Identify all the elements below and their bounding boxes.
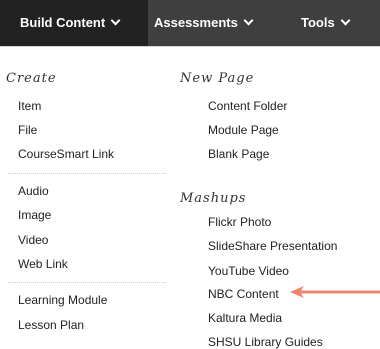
chevron-down-icon: [340, 15, 351, 26]
menu-item-item[interactable]: Item: [18, 99, 41, 113]
assessments-label: Assessments: [154, 15, 238, 30]
create-heading: Create: [6, 71, 57, 86]
menu-item-file[interactable]: File: [18, 123, 37, 137]
menu-divider: [8, 282, 166, 283]
tools-label: Tools: [301, 15, 335, 30]
menu-item-video[interactable]: Video: [18, 233, 48, 247]
menu-item-slideshare-presentation[interactable]: SlideShare Presentation: [208, 239, 337, 253]
menu-item-flickr-photo[interactable]: Flickr Photo: [208, 215, 271, 229]
menu-item-web-link[interactable]: Web Link: [18, 257, 68, 271]
menu-item-image[interactable]: Image: [18, 208, 51, 222]
chevron-down-icon: [243, 15, 254, 26]
build-content-menu-button[interactable]: Build Content: [0, 0, 148, 46]
menu-item-coursesmart-link[interactable]: CourseSmart Link: [18, 147, 114, 161]
chevron-down-icon: [110, 15, 121, 26]
tools-menu-button[interactable]: Tools: [301, 0, 351, 46]
toolbar: Build Content Assessments Tools: [0, 0, 380, 46]
menu-item-kaltura-media[interactable]: Kaltura Media: [208, 311, 282, 325]
build-content-dropdown: Create Item File CourseSmart Link Audio …: [0, 46, 380, 349]
mashups-heading: Mashups: [180, 191, 247, 206]
menu-divider: [8, 173, 166, 174]
menu-item-learning-module[interactable]: Learning Module: [18, 293, 107, 307]
menu-item-blank-page[interactable]: Blank Page: [208, 147, 269, 161]
menu-item-content-folder[interactable]: Content Folder: [208, 99, 287, 113]
menu-item-nbc-content[interactable]: NBC Content: [208, 287, 279, 301]
menu-item-lesson-plan[interactable]: Lesson Plan: [18, 318, 84, 332]
pointer-arrow-icon: [290, 285, 380, 299]
menu-item-audio[interactable]: Audio: [18, 184, 49, 198]
menu-item-shsu-library-guides[interactable]: SHSU Library Guides: [208, 335, 323, 349]
new-page-heading: New Page: [180, 71, 255, 86]
assessments-menu-button[interactable]: Assessments: [154, 0, 254, 46]
menu-item-youtube-video[interactable]: YouTube Video: [208, 264, 289, 278]
build-content-label: Build Content: [20, 15, 106, 30]
menu-item-module-page[interactable]: Module Page: [208, 123, 279, 137]
